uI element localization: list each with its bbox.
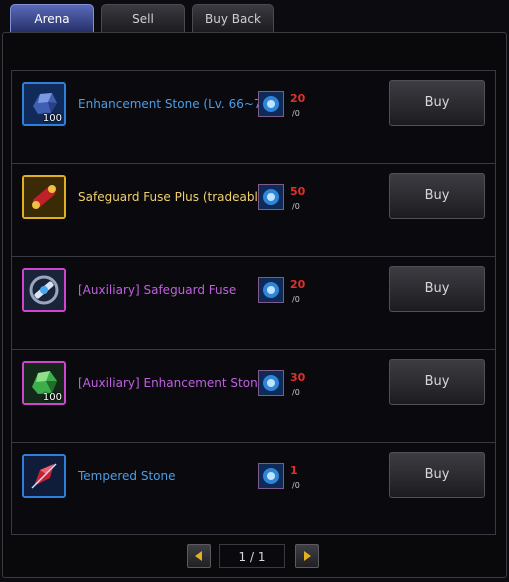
currency-owned: /0 bbox=[292, 109, 300, 118]
item-price: 1 bbox=[290, 464, 298, 477]
buy-button[interactable]: Buy bbox=[389, 80, 485, 126]
arena-medal-icon bbox=[258, 91, 284, 117]
item-price: 20 bbox=[290, 92, 306, 105]
next-page-button[interactable] bbox=[295, 544, 319, 568]
tab-sell[interactable]: Sell bbox=[101, 4, 185, 32]
arena-medal-icon bbox=[258, 370, 284, 396]
prev-page-button[interactable] bbox=[187, 544, 211, 568]
arrow-right-icon bbox=[304, 551, 311, 561]
stack-count: 100 bbox=[42, 392, 62, 403]
item-name: Enhancement Stone (Lv. 66~70) bbox=[78, 97, 274, 111]
safeguard-fuse-plus-icon bbox=[22, 175, 66, 219]
currency-owned: /0 bbox=[292, 202, 300, 211]
currency-owned: /0 bbox=[292, 481, 300, 490]
item-price: 20 bbox=[290, 278, 306, 291]
enhancement-stone-icon: 100 bbox=[22, 82, 66, 126]
arena-medal-icon bbox=[258, 277, 284, 303]
item-name: [Auxiliary] Safeguard Fuse bbox=[78, 283, 237, 297]
buy-button[interactable]: Buy bbox=[389, 173, 485, 219]
item-name: Safeguard Fuse Plus (tradeable) bbox=[78, 190, 270, 204]
buy-button[interactable]: Buy bbox=[389, 452, 485, 498]
item-name: [Auxiliary] Enhancement Stone bbox=[78, 376, 266, 390]
list-item: Safeguard Fuse Plus (tradeable) 50 /0 Bu… bbox=[12, 164, 495, 257]
safeguard-fuse-icon bbox=[22, 268, 66, 312]
stack-count: 100 bbox=[42, 113, 62, 124]
tab-buy-back[interactable]: Buy Back bbox=[192, 4, 274, 32]
currency-owned: /0 bbox=[292, 388, 300, 397]
tab-arena[interactable]: Arena bbox=[10, 4, 94, 32]
arena-medal-icon bbox=[258, 463, 284, 489]
buy-button[interactable]: Buy bbox=[389, 359, 485, 405]
list-item: Tempered Stone 1 /0 Buy bbox=[12, 443, 495, 536]
tempered-stone-icon bbox=[22, 454, 66, 498]
list-item: 100 [Auxiliary] Enhancement Stone 30 /0 … bbox=[12, 350, 495, 443]
auxiliary-enhancement-stone-icon: 100 bbox=[22, 361, 66, 405]
list-item: [Auxiliary] Safeguard Fuse 20 /0 Buy bbox=[12, 257, 495, 350]
item-name: Tempered Stone bbox=[78, 469, 176, 483]
item-price: 50 bbox=[290, 185, 306, 198]
arena-medal-icon bbox=[258, 184, 284, 210]
item-list: 100 Enhancement Stone (Lv. 66~70) 20 /0 … bbox=[11, 70, 496, 535]
item-price: 30 bbox=[290, 371, 306, 384]
currency-owned: /0 bbox=[292, 295, 300, 304]
arrow-left-icon bbox=[195, 551, 202, 561]
buy-button[interactable]: Buy bbox=[389, 266, 485, 312]
list-item: 100 Enhancement Stone (Lv. 66~70) 20 /0 … bbox=[12, 71, 495, 164]
page-indicator: 1 / 1 bbox=[219, 544, 285, 568]
